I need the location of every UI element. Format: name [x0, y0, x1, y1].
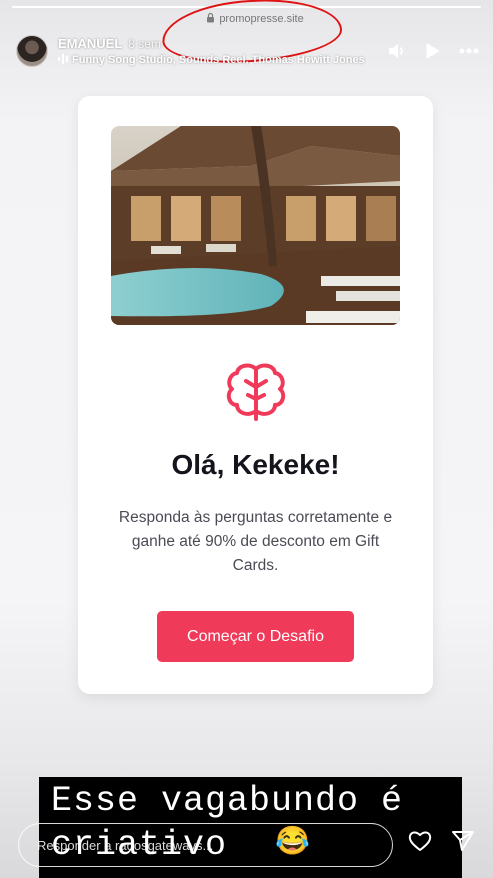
- card-description: Responda às perguntas corretamente e gan…: [118, 509, 393, 574]
- username[interactable]: EMANUEL: [58, 36, 122, 51]
- resort-pool-photo: [111, 126, 400, 325]
- reply-input[interactable]: Responder a radosgateways...: [18, 823, 393, 867]
- avatar[interactable]: [16, 35, 48, 67]
- play-icon[interactable]: [423, 41, 443, 61]
- story-header: EMANUEL 8 sem Funny Song Studio, Sounds …: [16, 34, 479, 68]
- brain-icon: [224, 361, 288, 423]
- card-title: Olá, Kekeke!: [171, 449, 340, 480]
- music-text: Funny Song Studio, Sounds Reel, Thomas H…: [72, 54, 365, 66]
- promo-card: Olá, Kekeke! Responda às perguntas corre…: [78, 96, 433, 694]
- music-attribution[interactable]: Funny Song Studio, Sounds Reel, Thomas H…: [58, 53, 365, 67]
- heart-icon[interactable]: [408, 830, 432, 857]
- volume-icon[interactable]: [387, 41, 407, 61]
- story-view: promopresse.site EMANUEL 8 sem Funny Son…: [0, 0, 493, 878]
- post-time: 8 sem: [128, 36, 161, 51]
- reply-placeholder: Responder a radosgateways...: [37, 837, 214, 853]
- caption-line-1: Esse vagabundo é: [51, 781, 404, 821]
- more-icon[interactable]: [459, 41, 479, 61]
- audio-bars-icon: [58, 53, 68, 67]
- send-icon[interactable]: [452, 830, 474, 857]
- start-challenge-button[interactable]: Começar o Desafio: [157, 611, 354, 662]
